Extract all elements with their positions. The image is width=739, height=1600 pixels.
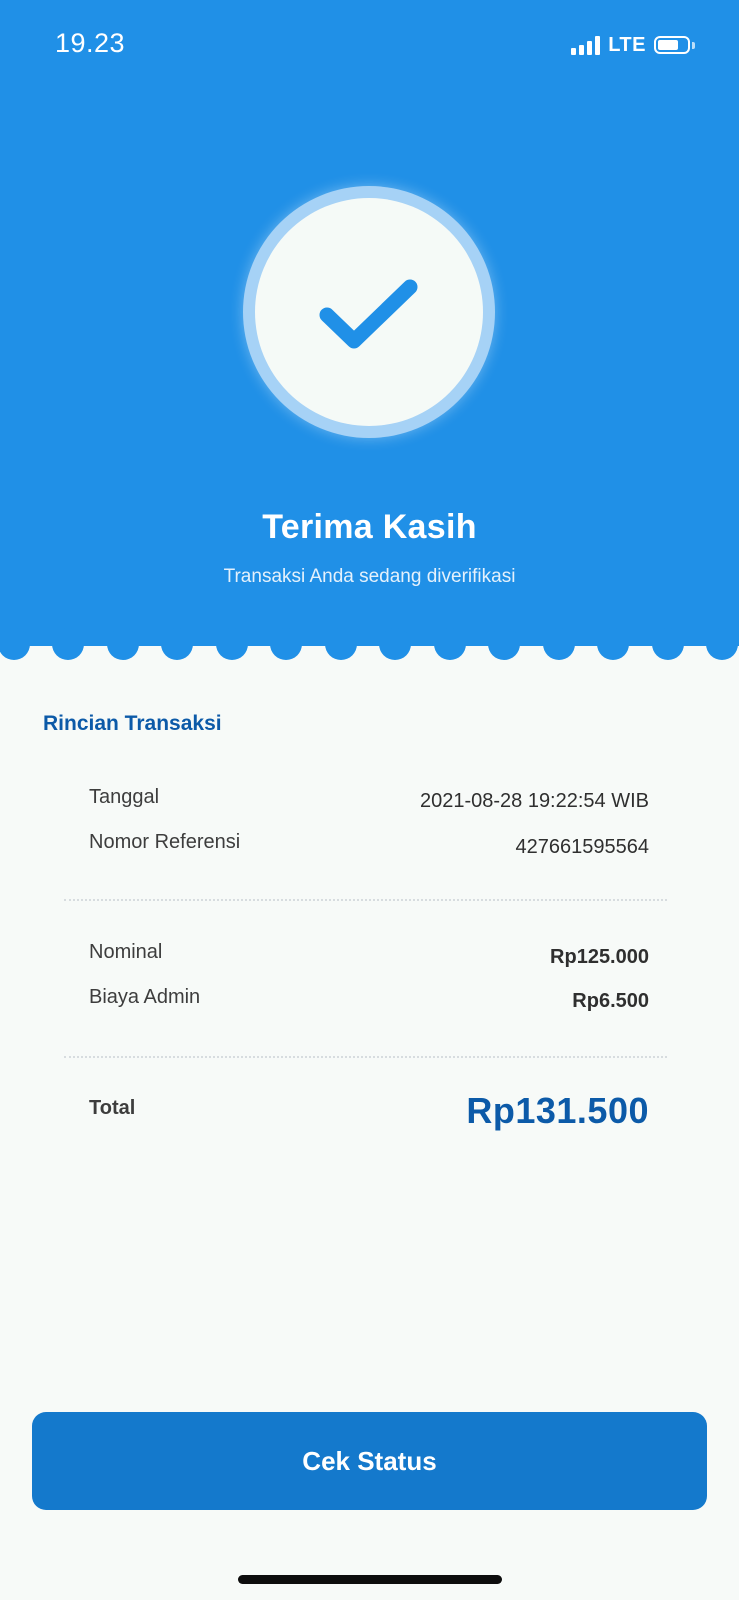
total-amount: Rp131.500 <box>466 1090 649 1131</box>
status-bar-time: 19.23 <box>55 28 126 58</box>
ticket-edge-decoration <box>0 628 739 673</box>
divider <box>64 1056 667 1058</box>
home-indicator <box>238 1575 502 1584</box>
section-title: Rincian Transaksi <box>43 712 222 735</box>
signal-bars-icon <box>571 35 601 55</box>
nominal-value: Rp125.000 <box>550 946 649 968</box>
check-icon <box>319 279 418 349</box>
page-title: Terima Kasih <box>262 508 477 546</box>
status-bar-indicators: LTE <box>571 32 695 58</box>
reference-number-value: 427661595564 <box>515 836 649 858</box>
admin-fee-label: Biaya Admin <box>89 986 201 1008</box>
battery-icon <box>654 36 695 54</box>
page-subtitle: Transaksi Anda sedang diverifikasi <box>223 566 516 587</box>
total-label: Total <box>89 1097 136 1119</box>
success-header: 19.23 LTE Terima Kasih Transaksi Anda se… <box>0 0 739 646</box>
divider <box>64 899 667 901</box>
success-badge <box>243 186 495 438</box>
reference-number-label: Nomor Referensi <box>89 831 241 853</box>
nominal-label: Nominal <box>89 941 163 963</box>
date-value: 2021-08-28 19:22:54 WIB <box>419 790 649 812</box>
date-label: Tanggal <box>89 786 160 808</box>
admin-fee-value: Rp6.500 <box>572 990 649 1012</box>
network-type-label: LTE <box>608 33 646 56</box>
check-status-button[interactable]: Cek Status <box>32 1412 707 1510</box>
